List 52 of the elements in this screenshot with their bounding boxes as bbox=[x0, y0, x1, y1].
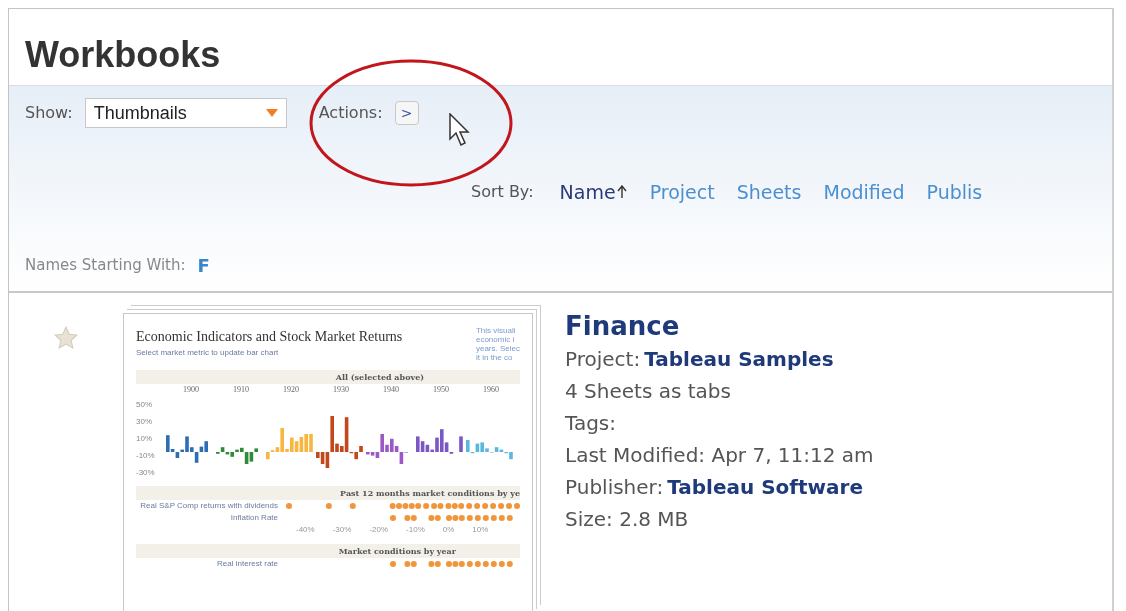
detail-text: Last Modified: Apr 7, 11:12 am bbox=[565, 441, 874, 469]
dashboard-title: Economic Indicators and Stock Market Returns bbox=[136, 327, 403, 346]
row-label: Real interest rate bbox=[216, 557, 279, 570]
axis-tick-label: -10% bbox=[136, 451, 156, 461]
year-label: 1930 bbox=[332, 383, 350, 396]
year-label: 1920 bbox=[282, 383, 300, 396]
year-label: 1940 bbox=[382, 383, 400, 396]
axis-tick-label: -20% bbox=[369, 523, 389, 536]
row-label: Inflation Rate bbox=[229, 511, 279, 524]
detail-link[interactable]: Tableau Samples bbox=[644, 342, 834, 375]
workbook-name-link[interactable]: Finance bbox=[565, 308, 874, 343]
letter-filter-link[interactable]: F bbox=[197, 251, 210, 279]
detail-text: Tags: bbox=[565, 409, 617, 437]
detail-label: Project: bbox=[565, 345, 641, 373]
cursor-icon bbox=[449, 113, 473, 147]
year-label: 1960 bbox=[482, 383, 500, 396]
axis-tick-label: -30% bbox=[332, 523, 352, 536]
actions-button[interactable]: > bbox=[394, 101, 419, 125]
description-text: This visuali bbox=[475, 325, 517, 335]
detail-text: 4 Sheets as tabs bbox=[565, 377, 732, 405]
description-text: economic i bbox=[475, 334, 516, 344]
section-header: All (selected above) bbox=[136, 369, 520, 384]
detail-label: Publisher: bbox=[565, 473, 664, 501]
year-label: 1910 bbox=[232, 383, 250, 396]
view-dropdown[interactable]: Thumbnails bbox=[84, 98, 287, 128]
row-label: Real S&P Comp returns with dividends bbox=[139, 499, 279, 512]
axis-tick-label: -10% bbox=[406, 523, 425, 536]
axis-tick-label: 10% bbox=[136, 433, 153, 443]
sort-arrow-icon bbox=[615, 185, 628, 200]
section-header: Market conditions by year bbox=[136, 543, 520, 558]
sort-label: Sort By: bbox=[471, 181, 534, 204]
axis-tick-label: 30% bbox=[136, 416, 153, 426]
filter-label: Names Starting With: bbox=[25, 254, 186, 276]
actions-label: Actions: bbox=[318, 102, 383, 124]
page-title: Workbooks bbox=[25, 33, 222, 77]
caret-icon bbox=[265, 109, 278, 117]
axis-tick-label: 50% bbox=[136, 399, 153, 409]
description-text: years. Selec bbox=[475, 343, 520, 353]
section-header: Past 12 months market conditions by ye bbox=[136, 485, 520, 500]
year-label: 1950 bbox=[432, 383, 450, 396]
dashboard-subtitle: Select market metric to update bar chart bbox=[136, 346, 280, 359]
axis-tick-label: 0% bbox=[442, 523, 455, 536]
axis-tick-label: 10% bbox=[472, 523, 489, 536]
sort-option[interactable]: Name bbox=[559, 178, 628, 207]
star-icon[interactable] bbox=[53, 324, 79, 351]
show-label: Show: bbox=[25, 102, 73, 124]
description-text: it in the co bbox=[475, 352, 514, 362]
year-label: 1900 bbox=[182, 383, 200, 396]
axis-tick-label: -30% bbox=[136, 468, 156, 478]
detail-text: Size: 2.8 MB bbox=[565, 505, 690, 533]
axis-tick-label: -40% bbox=[296, 523, 315, 536]
detail-link[interactable]: Tableau Software bbox=[667, 470, 863, 503]
